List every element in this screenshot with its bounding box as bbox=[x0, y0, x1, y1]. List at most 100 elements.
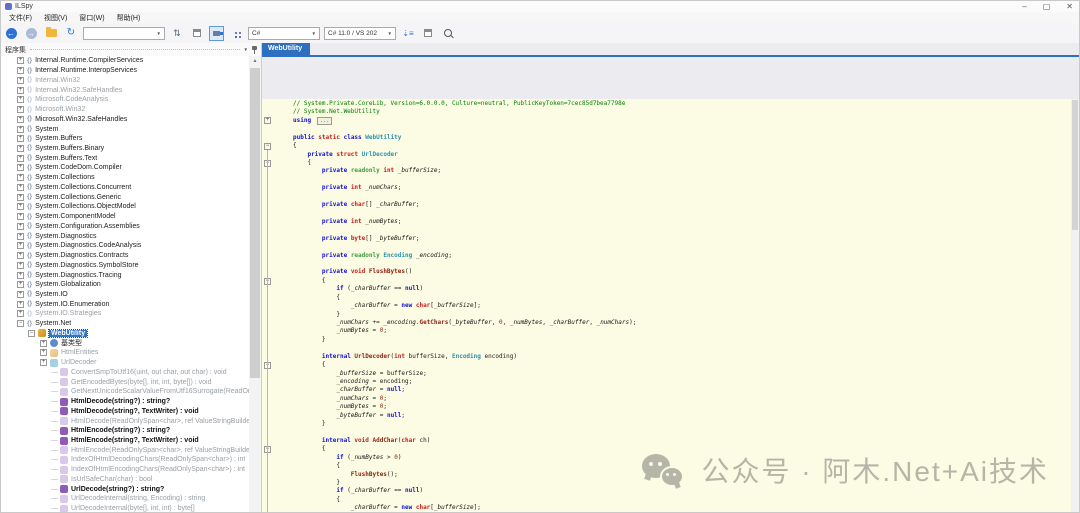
tree-item[interactable]: HtmlEncode(ReadOnlySpan<char>, ref Value… bbox=[1, 445, 249, 455]
tree-item[interactable]: UrlDecodeInternal(string, Encoding) : st… bbox=[1, 494, 249, 504]
tree-item[interactable]: +{}Microsoft.Win32 bbox=[1, 105, 249, 115]
tree-scrollbar-thumb[interactable] bbox=[250, 68, 260, 378]
tree-item[interactable]: −WebUtility bbox=[1, 329, 249, 339]
expander-icon[interactable]: + bbox=[17, 174, 24, 181]
expander-icon[interactable]: − bbox=[17, 320, 24, 327]
tree-item[interactable]: +基类型 bbox=[1, 338, 249, 348]
tree-item[interactable]: HtmlDecode(string?) : string? bbox=[1, 397, 249, 407]
tree-item[interactable]: HtmlEncode(string?, TextWriter) : void bbox=[1, 436, 249, 446]
menu-help[interactable]: 帮助(H) bbox=[111, 13, 147, 23]
back-button[interactable]: ← bbox=[3, 25, 19, 41]
expander-icon[interactable]: + bbox=[17, 203, 24, 210]
tree-item[interactable]: IndexOfHtmlDecodingChars(ReadOnlySpan<ch… bbox=[1, 455, 249, 465]
maximize-button[interactable]: ▢ bbox=[1043, 2, 1051, 12]
expander-icon[interactable]: + bbox=[17, 184, 24, 191]
panel-menu-icon[interactable]: ▼ bbox=[244, 47, 248, 52]
refresh-button[interactable]: ↻ bbox=[63, 25, 79, 41]
tree-item[interactable]: +{}System bbox=[1, 124, 249, 134]
minimize-button[interactable]: – bbox=[1022, 2, 1026, 12]
expander-icon[interactable]: + bbox=[17, 145, 24, 152]
tree-item[interactable]: +{}Internal.Runtime.CompilerServices bbox=[1, 56, 249, 66]
tree-item[interactable]: +{}System.Diagnostics.SymbolStore bbox=[1, 260, 249, 270]
tree-item[interactable]: IndexOfHtmlEncodingChars(ReadOnlySpan<ch… bbox=[1, 465, 249, 475]
tree-item[interactable]: GetEncodedBytes(byte[], int, int, byte[]… bbox=[1, 377, 249, 387]
scroll-up-icon[interactable]: ▲ bbox=[249, 56, 261, 66]
language-version-select[interactable]: C# 11.0 / VS 202 ▼ bbox=[324, 27, 396, 40]
forward-button[interactable]: → bbox=[23, 25, 39, 41]
expander-icon[interactable]: + bbox=[40, 359, 47, 366]
expander-icon[interactable]: + bbox=[17, 87, 24, 94]
tree-item[interactable]: +{}System.Buffers.Binary bbox=[1, 144, 249, 154]
tree-item[interactable]: +{}System.Buffers.Text bbox=[1, 153, 249, 163]
expander-icon[interactable]: + bbox=[17, 194, 24, 201]
tree-item[interactable]: +{}Internal.Win32 bbox=[1, 75, 249, 85]
tree-item[interactable]: +{}System.Globalization bbox=[1, 280, 249, 290]
tree-item[interactable]: +{}System.Collections.ObjectModel bbox=[1, 202, 249, 212]
tree-item[interactable]: +{}System.Diagnostics.Contracts bbox=[1, 251, 249, 261]
tree-item[interactable]: +HtmlEntities bbox=[1, 348, 249, 358]
tree-item[interactable]: UrlDecode(string?) : string? bbox=[1, 484, 249, 494]
navigate-combobox[interactable]: ▼ bbox=[83, 27, 165, 40]
expander-icon[interactable]: + bbox=[17, 67, 24, 74]
expander-icon[interactable]: + bbox=[17, 252, 24, 259]
language-select[interactable]: C# ▼ bbox=[248, 27, 320, 40]
expander-icon[interactable]: + bbox=[17, 57, 24, 64]
tree-item[interactable]: +{}Microsoft.CodeAnalysis bbox=[1, 95, 249, 105]
members-button[interactable] bbox=[228, 25, 244, 41]
assembly-sort-button[interactable]: ⇅ bbox=[169, 25, 185, 41]
pin-icon[interactable] bbox=[252, 46, 257, 54]
tree-item[interactable]: +{}System.Diagnostics.CodeAnalysis bbox=[1, 241, 249, 251]
editor-scrollbar-thumb[interactable] bbox=[1072, 100, 1078, 230]
fold-collapse-icon[interactable]: − bbox=[264, 143, 271, 150]
expander-icon[interactable]: + bbox=[17, 301, 24, 308]
expander-icon[interactable]: + bbox=[17, 116, 24, 123]
tree-item[interactable]: +UrlDecoder bbox=[1, 358, 249, 368]
close-button[interactable]: ✕ bbox=[1066, 2, 1073, 12]
expander-icon[interactable]: + bbox=[17, 164, 24, 171]
tree-item[interactable]: +{}System.ComponentModel bbox=[1, 212, 249, 222]
tree-item[interactable]: +{}System.IO.Strategies bbox=[1, 309, 249, 319]
tree-item[interactable]: HtmlEncode(string?) : string? bbox=[1, 426, 249, 436]
menu-view[interactable]: 视图(V) bbox=[38, 13, 73, 23]
expander-icon[interactable]: + bbox=[17, 126, 24, 133]
tree-item[interactable]: +{}System.Collections bbox=[1, 173, 249, 183]
expander-icon[interactable]: + bbox=[17, 106, 24, 113]
expander-icon[interactable]: + bbox=[17, 223, 24, 230]
tree-item[interactable]: +{}System.Configuration.Assemblies bbox=[1, 221, 249, 231]
tree-item[interactable]: +{}System.Diagnostics.Tracing bbox=[1, 270, 249, 280]
tree-item[interactable]: GetNextUnicodeScalarValueFromUtf16Surrog… bbox=[1, 387, 249, 397]
search-button[interactable] bbox=[440, 25, 456, 41]
expander-icon[interactable]: + bbox=[40, 340, 47, 347]
windows-button[interactable] bbox=[189, 25, 205, 41]
tree-item[interactable]: UrlDecodeInternal(byte[], int, int) : by… bbox=[1, 504, 249, 512]
expander-icon[interactable]: + bbox=[17, 155, 24, 162]
tree-item[interactable]: +{}System.IO.Enumeration bbox=[1, 299, 249, 309]
tree-item[interactable]: −{}System.Net bbox=[1, 319, 249, 329]
tree-item[interactable]: HtmlDecode(string?, TextWriter) : void bbox=[1, 406, 249, 416]
expander-icon[interactable]: + bbox=[17, 135, 24, 142]
tree-item[interactable]: +{}System.Collections.Concurrent bbox=[1, 183, 249, 193]
sort-button[interactable]: ⇣≡ bbox=[400, 25, 416, 41]
tree-item[interactable]: ConvertSmpToUtf16(uint, out char, out ch… bbox=[1, 368, 249, 378]
tree-scrollbar[interactable]: ▲ bbox=[249, 56, 261, 512]
expander-icon[interactable]: + bbox=[17, 281, 24, 288]
expander-icon[interactable]: + bbox=[17, 272, 24, 279]
expander-icon[interactable]: + bbox=[17, 96, 24, 103]
expander-icon[interactable]: + bbox=[17, 77, 24, 84]
menu-window[interactable]: 窗口(W) bbox=[73, 13, 110, 23]
tree-item[interactable]: +{}System.CodeDom.Compiler bbox=[1, 163, 249, 173]
tree-item[interactable]: +{}System.IO bbox=[1, 290, 249, 300]
tree-item[interactable]: HtmlDecode(ReadOnlySpan<char>, ref Value… bbox=[1, 416, 249, 426]
expander-icon[interactable]: + bbox=[17, 242, 24, 249]
fold-expand-icon[interactable]: + bbox=[264, 117, 271, 124]
expander-icon[interactable]: + bbox=[40, 349, 47, 356]
expander-icon[interactable]: − bbox=[28, 330, 35, 337]
expander-icon[interactable]: + bbox=[17, 262, 24, 269]
tree-item[interactable]: +{}System.Buffers bbox=[1, 134, 249, 144]
expander-icon[interactable]: + bbox=[17, 291, 24, 298]
editor-scrollbar[interactable] bbox=[1071, 99, 1079, 512]
expander-icon[interactable]: + bbox=[17, 213, 24, 220]
tab-webutility[interactable]: WebUtility bbox=[262, 43, 310, 55]
tree-item[interactable]: +{}System.Collections.Generic bbox=[1, 192, 249, 202]
expander-icon[interactable]: + bbox=[17, 310, 24, 317]
